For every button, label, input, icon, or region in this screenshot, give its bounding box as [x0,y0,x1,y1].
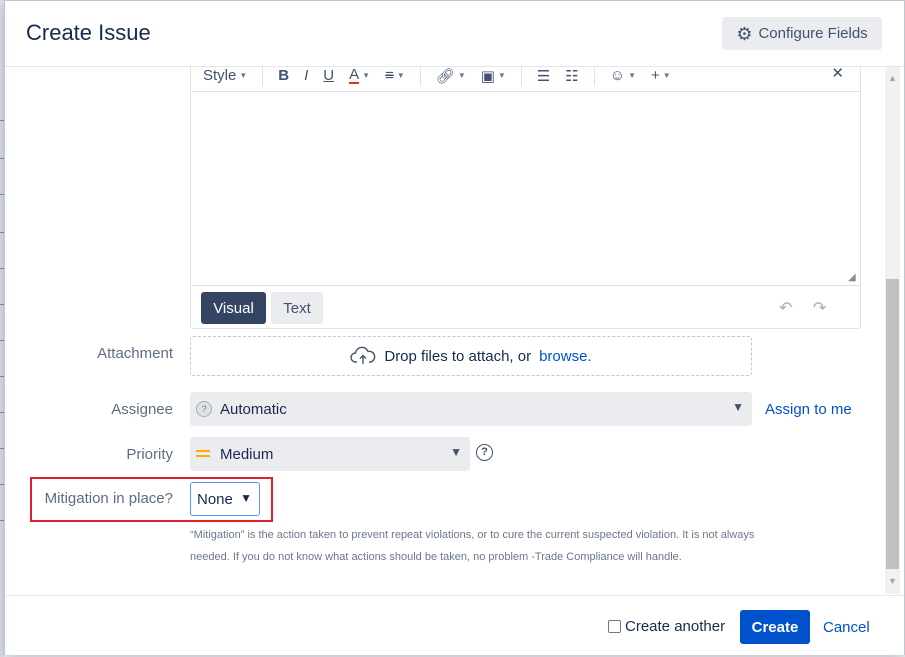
editor-footer: Visual Text ↶ ↷ [191,285,860,328]
help-text-line-2: needed. If you do not know what actions … [190,551,682,563]
toolbar-style-dropdown[interactable]: Style ▼ [203,67,247,88]
strikethrough-icon: ≡ [385,67,394,84]
toolbar-divider [520,67,522,86]
automatic-assignee-icon: ? [196,401,212,417]
chevron-down-icon: ▼ [240,491,252,505]
vertical-scrollbar[interactable]: ▲ ▼ [885,67,900,594]
configure-fields-label: Configure Fields [758,25,868,42]
toolbar-divider [419,67,421,86]
assignee-value: Automatic [220,400,287,418]
chevron-down-icon: ▼ [662,71,671,80]
bold-button[interactable]: B [278,67,289,88]
underline-icon: U [323,67,335,84]
help-icon[interactable]: ? [476,444,493,461]
cloud-upload-icon [350,346,376,364]
assign-to-me-link[interactable]: Assign to me [765,401,852,418]
mitigation-select[interactable]: None ▼ [190,482,260,516]
chevron-down-icon: ▼ [732,400,744,414]
bullet-list-button[interactable]: ☰ [537,67,550,88]
style-label: Style [203,67,237,84]
resize-handle-icon[interactable]: ◢ [848,273,858,283]
toolbar-divider [262,67,264,86]
scrollbar-thumb[interactable] [886,279,899,569]
gear-icon: ⚙ [736,23,753,44]
create-another-option[interactable]: Create another [608,618,725,635]
create-button[interactable]: Create [740,610,810,644]
image-icon: ▣ [480,67,495,85]
assignee-label: Assignee [111,401,173,418]
text-color-icon: A [349,67,360,84]
scroll-up-arrow-icon[interactable]: ▲ [885,73,900,85]
chevron-down-icon: ▼ [628,71,636,80]
italic-button[interactable]: I [304,67,308,88]
dialog-title: Create Issue [26,20,151,45]
chevron-down-icon: ▼ [497,71,506,80]
cancel-button[interactable]: Cancel [823,619,870,636]
configure-fields-button[interactable]: ⚙ Configure Fields [722,17,882,50]
bullet-list-icon: ☰ [536,67,551,85]
chevron-down-icon: ▼ [457,71,466,80]
bold-icon: B [278,67,290,84]
attachment-insert-button[interactable]: ▣ ▼ [481,67,506,88]
link-icon: 🔗︎ [435,67,455,85]
italic-icon: I [304,67,309,84]
redo-icon[interactable]: ↷ [813,298,826,318]
editor-text-area[interactable]: ◢ [191,92,860,285]
dialog-body[interactable]: Style ▼ B I U A ▼ ≡ ▼ 🔗︎ ▼ ▣ ▼ ☰ ☷ ☺ ▼ +… [5,67,904,594]
undo-icon[interactable]: ↶ [779,298,792,318]
numbered-list-button[interactable]: ☷ [565,67,578,88]
editor-toolbar: Style ▼ B I U A ▼ ≡ ▼ 🔗︎ ▼ ▣ ▼ ☰ ☷ ☺ ▼ +… [191,67,860,92]
priority-select[interactable]: Medium ▼ [190,437,470,471]
plus-icon: + [651,67,660,84]
tab-visual[interactable]: Visual [201,292,266,324]
help-text-line-1: “Mitigation” is the action taken to prev… [190,529,755,541]
attachment-label: Attachment [97,345,173,362]
attachment-dropzone[interactable]: Drop files to attach, or browse. [190,336,752,376]
priority-label: Priority [126,446,173,463]
toolbar-divider [593,67,595,86]
dialog-header: Create Issue ⚙ Configure Fields [5,1,904,67]
assignee-select[interactable]: ? Automatic ▼ [190,392,752,426]
chevron-down-icon: ▼ [362,71,371,80]
scroll-down-arrow-icon[interactable]: ▼ [885,576,900,588]
emoji-icon: ☺ [609,67,626,84]
description-editor: Style ▼ B I U A ▼ ≡ ▼ 🔗︎ ▼ ▣ ▼ ☰ ☷ ☺ ▼ +… [190,67,861,329]
browse-link[interactable]: browse. [539,348,592,365]
link-button[interactable]: 🔗︎ ▼ [436,67,466,88]
create-another-checkbox[interactable] [608,620,621,633]
chevron-down-icon: ▼ [450,445,462,459]
drop-files-text: Drop files to attach, or [384,347,532,365]
emoji-button[interactable]: ☺ ▼ [610,67,636,88]
chevron-down-icon: ▼ [396,71,405,80]
underline-button[interactable]: U [323,67,334,88]
insert-more-button[interactable]: + ▼ [651,67,671,88]
collapse-icon[interactable]: ✕ [831,67,844,82]
create-issue-dialog: Create Issue ⚙ Configure Fields Style ▼ … [4,0,905,655]
mitigation-help-text: “Mitigation” is the action taken to prev… [190,524,850,568]
text-color-button[interactable]: A ▼ [349,67,370,88]
priority-value: Medium [220,445,274,463]
tab-text[interactable]: Text [271,292,323,324]
more-formatting-button[interactable]: ≡ ▼ [385,67,405,88]
dialog-footer: Create another Create Cancel [5,595,904,655]
chevron-down-icon: ▼ [239,71,248,80]
mitigation-value: None [197,490,233,508]
mitigation-label: Mitigation in place? [44,490,173,507]
numbered-list-icon: ☷ [565,67,579,85]
priority-medium-icon [196,448,210,460]
create-another-label: Create another [625,618,726,635]
